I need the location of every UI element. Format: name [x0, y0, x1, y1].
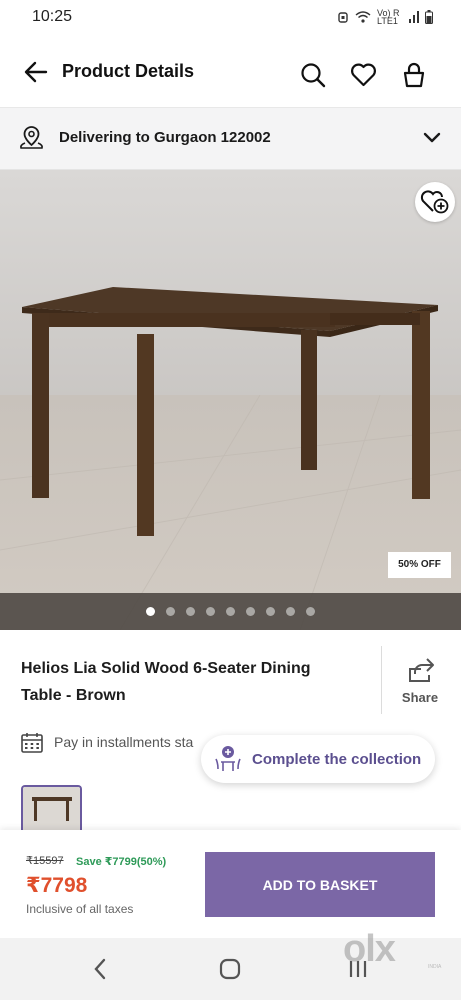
- shopping-bag-icon: [403, 62, 425, 88]
- delivery-location-bar[interactable]: Delivering to Gurgaon 122002: [0, 108, 461, 170]
- carousel-dot[interactable]: [266, 607, 275, 616]
- wishlist-button[interactable]: [350, 62, 376, 88]
- product-name: Helios Lia Solid Wood 6-Seater Dining Ta…: [21, 655, 351, 709]
- installments-text: Pay in installments sta: [54, 734, 194, 750]
- product-image-carousel[interactable]: 50% OFF: [0, 170, 461, 630]
- status-bar: 10:25 Vo) R LTE1: [0, 0, 461, 36]
- wifi-icon: [355, 11, 371, 23]
- basket-button[interactable]: [401, 62, 427, 88]
- product-thumbnail[interactable]: [21, 785, 82, 835]
- complete-collection-button[interactable]: Complete the collection: [201, 735, 435, 783]
- add-to-collection-button[interactable]: [415, 182, 455, 222]
- share-button[interactable]: Share: [392, 654, 448, 710]
- discount-badge: 50% OFF: [388, 552, 451, 578]
- share-icon: [409, 658, 434, 682]
- sale-price: ₹7798: [26, 874, 88, 897]
- furniture-plus-icon: [215, 746, 241, 771]
- complete-collection-label: Complete the collection: [252, 751, 422, 768]
- product-name-line-1: Helios Lia Solid Wood 6-Seater Dining: [21, 660, 311, 677]
- carousel-dot[interactable]: [306, 607, 315, 616]
- signal-icon: [409, 11, 419, 23]
- heart-icon: [351, 63, 376, 87]
- mrp-price: ₹15597: [26, 855, 64, 867]
- carousel-pagination: [0, 593, 461, 630]
- carousel-dot[interactable]: [166, 607, 175, 616]
- product-title-section: Helios Lia Solid Wood 6-Seater Dining Ta…: [0, 630, 461, 726]
- page-title: Product Details: [62, 61, 195, 81]
- app-header: Product Details: [0, 36, 461, 108]
- alarm-icon: [338, 12, 348, 23]
- status-icons: Vo) R LTE1: [337, 8, 433, 26]
- back-arrow-icon: [24, 61, 48, 83]
- olx-watermark: olx: [343, 928, 396, 970]
- battery-icon: [425, 10, 433, 24]
- share-label: Share: [401, 690, 439, 705]
- heart-plus-icon: [420, 190, 449, 214]
- olx-watermark-sub: INDIA: [428, 964, 442, 970]
- back-button[interactable]: [22, 58, 50, 86]
- tax-note: Inclusive of all taxes: [26, 902, 134, 916]
- pricing-bar: ₹15597 Save ₹7799(50%) ₹7798 Inclusive o…: [0, 830, 461, 938]
- search-icon: [301, 63, 326, 88]
- chevron-down-icon[interactable]: [423, 131, 441, 145]
- carousel-dot[interactable]: [246, 607, 255, 616]
- location-pin-icon: [20, 126, 43, 149]
- product-name-line-2: Table - Brown: [21, 687, 126, 704]
- calendar-icon: [21, 733, 43, 753]
- carousel-dot[interactable]: [226, 607, 235, 616]
- status-time: 10:25: [32, 8, 73, 25]
- carousel-dot[interactable]: [206, 607, 215, 616]
- savings-text: Save ₹7799(50%): [76, 856, 167, 868]
- add-to-basket-button[interactable]: ADD TO BASKET: [205, 852, 435, 917]
- carousel-dot[interactable]: [186, 607, 195, 616]
- thumbnail-image: [23, 787, 80, 835]
- carousel-dot[interactable]: [146, 607, 155, 616]
- nav-home-icon[interactable]: [219, 958, 241, 980]
- nav-back-icon[interactable]: [92, 958, 108, 980]
- search-button[interactable]: [300, 62, 326, 88]
- carousel-dot[interactable]: [286, 607, 295, 616]
- divider: [381, 646, 382, 714]
- network-label: Vo) R LTE1: [377, 8, 400, 26]
- delivery-location-text: Delivering to Gurgaon 122002: [59, 129, 271, 146]
